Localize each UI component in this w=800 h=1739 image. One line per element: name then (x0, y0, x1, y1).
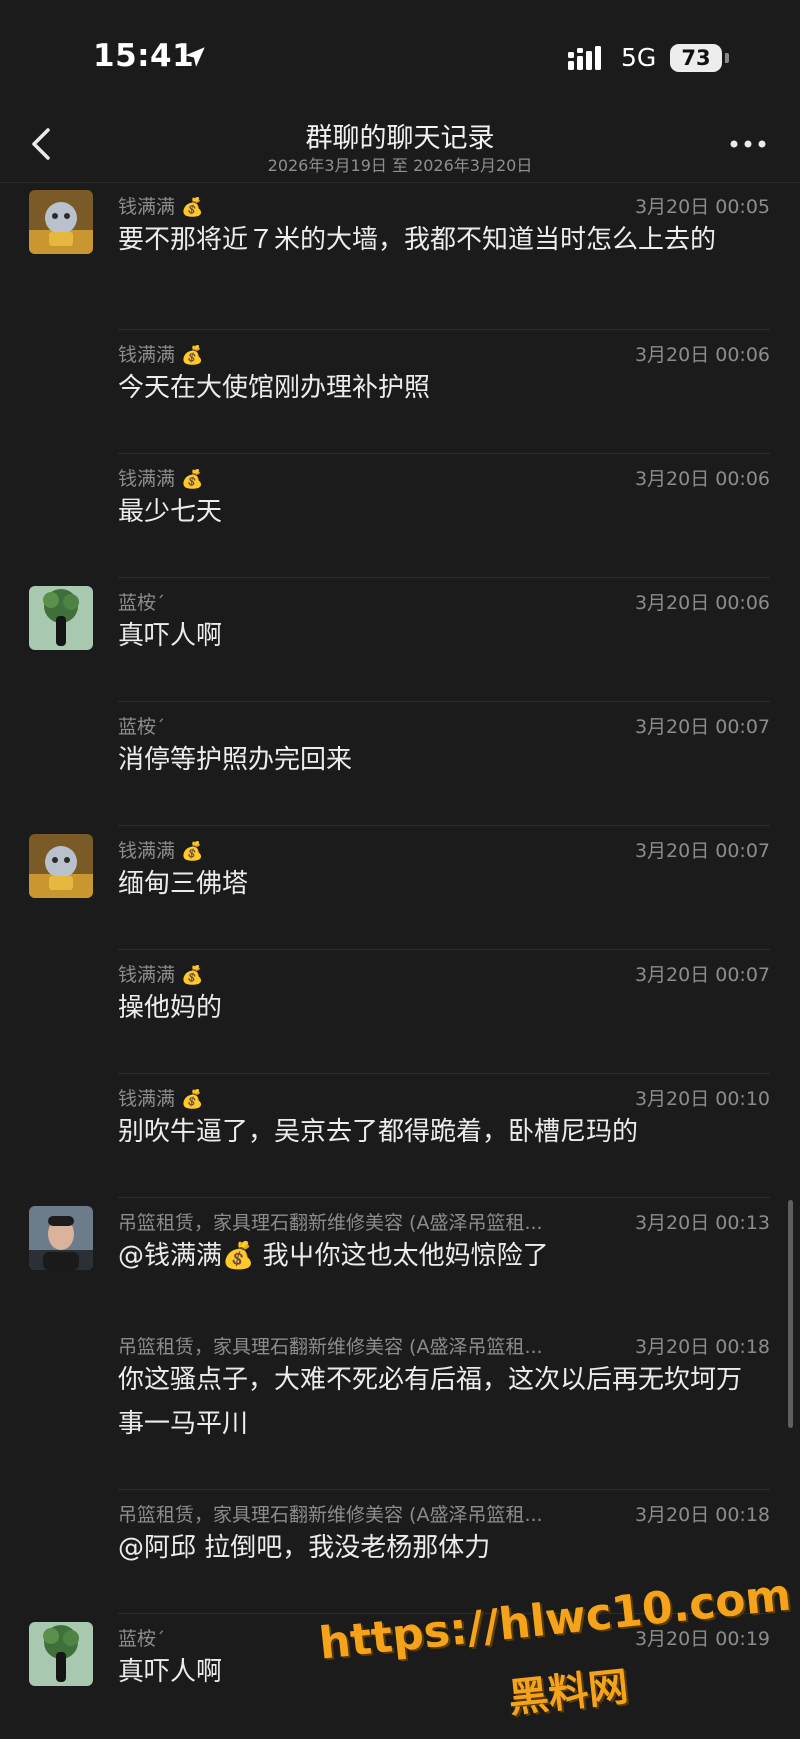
message-item[interactable]: 蓝桉ˊ 3月20日 00:19 真吓人啊 (0, 1614, 800, 1738)
message-item[interactable]: 钱满满 💰 3月20日 00:07 缅甸三佛塔 (0, 826, 800, 950)
avatar-plant[interactable] (29, 1622, 93, 1686)
sender-name: 蓝桉ˊ (118, 1628, 166, 1650)
message-item[interactable]: 吊篮租赁，家具理石翻新维修美容 (A盛泽吊篮租... 3月20日 00:18 你… (0, 1322, 800, 1490)
sender-name: 蓝桉ˊ (118, 716, 166, 738)
money-bag-icon: 💰 (181, 345, 204, 366)
network-type: 5G (621, 43, 657, 72)
message-time: 3月20日 00:10 (634, 1088, 770, 1110)
message-text: 要不那将近７米的大墙，我都不知道当时怎么上去的 (118, 225, 717, 255)
message-time: 3月20日 00:07 (634, 716, 770, 738)
status-bar: 15:41 5G 73 (0, 0, 800, 110)
message-text: 缅甸三佛塔 (118, 869, 249, 899)
message-text: 真吓人啊 (118, 621, 223, 651)
message-time: 3月20日 00:18 (634, 1504, 770, 1526)
message-item[interactable]: 钱满满 💰 3月20日 00:07 操他妈的 (0, 950, 800, 1074)
money-bag-icon: 💰 (181, 841, 204, 862)
sender-name: 钱满满 💰 (118, 344, 204, 366)
more-dots-icon[interactable] (728, 134, 768, 154)
page-title: 群聊的聊天记录 (305, 123, 495, 154)
message-time: 3月20日 00:19 (634, 1628, 770, 1650)
sender-name: 吊篮租赁，家具理石翻新维修美容 (A盛泽吊篮租... (118, 1336, 543, 1358)
message-text: @钱满满💰 我屮你这也太他妈惊险了 (118, 1241, 549, 1271)
message-time: 3月20日 00:18 (634, 1336, 770, 1358)
sender-name: 蓝桉ˊ (118, 592, 166, 614)
message-item[interactable]: 吊篮租赁，家具理石翻新维修美容 (A盛泽吊篮租... 3月20日 00:13 @… (0, 1198, 800, 1322)
message-time: 3月20日 00:07 (634, 964, 770, 986)
message-time: 3月20日 00:13 (634, 1212, 770, 1234)
message-item[interactable]: 蓝桉ˊ 3月20日 00:06 真吓人啊 (0, 578, 800, 702)
battery-level: 73 (670, 44, 722, 72)
message-time: 3月20日 00:05 (634, 196, 770, 218)
navigation-bar: 群聊的聊天记录 2026年3月19日 至 2026年3月20日 (0, 110, 800, 183)
money-bag-icon: 💰 (181, 197, 204, 218)
battery-nub (725, 53, 729, 63)
message-time: 3月20日 00:07 (634, 840, 770, 862)
sender-name: 吊篮租赁，家具理石翻新维修美容 (A盛泽吊篮租... (118, 1212, 543, 1234)
message-text: 消停等护照办完回来 (118, 745, 353, 775)
scrollbar[interactable] (788, 1200, 793, 1428)
money-bag-icon: 💰 (181, 469, 204, 490)
message-text: @阿邱 拉倒吧，我没老杨那体力 (118, 1533, 491, 1563)
avatar-man[interactable] (29, 1206, 93, 1270)
avatar-tiger[interactable] (29, 190, 93, 254)
sender-name: 钱满满 💰 (118, 840, 204, 862)
message-item[interactable]: 钱满满 💰 3月20日 00:10 别吹牛逼了，吴京去了都得跪着，卧槽尼玛的 (0, 1074, 800, 1198)
message-text: 你这骚点子，大难不死必有后福，这次以后再无坎坷万事一马平川 (118, 1365, 743, 1439)
message-item[interactable]: 蓝桉ˊ 3月20日 00:07 消停等护照办完回来 (0, 702, 800, 826)
message-text: 操他妈的 (118, 993, 223, 1023)
sender-name: 钱满满 💰 (118, 964, 204, 986)
message-list[interactable]: 钱满满 💰 3月20日 00:05 要不那将近７米的大墙，我都不知道当时怎么上去… (0, 182, 800, 1739)
message-time: 3月20日 00:06 (634, 468, 770, 490)
message-text: 真吓人啊 (118, 1657, 223, 1687)
message-time: 3月20日 00:06 (634, 592, 770, 614)
sender-name: 钱满满 💰 (118, 1088, 204, 1110)
message-item[interactable]: 钱满满 💰 3月20日 00:06 最少七天 (0, 454, 800, 578)
sender-name: 吊篮租赁，家具理石翻新维修美容 (A盛泽吊篮租... (118, 1504, 543, 1526)
message-text: 最少七天 (118, 497, 223, 527)
sender-name: 钱满满 💰 (118, 468, 204, 490)
status-time: 15:41 (93, 38, 195, 74)
signal-bars-icon (568, 46, 601, 70)
money-bag-icon: 💰 (181, 965, 204, 986)
message-text: 别吹牛逼了，吴京去了都得跪着，卧槽尼玛的 (118, 1117, 639, 1147)
location-arrow-icon (185, 47, 205, 67)
message-item[interactable]: 吊篮租赁，家具理石翻新维修美容 (A盛泽吊篮租... 3月20日 00:18 @… (0, 1490, 800, 1614)
message-time: 3月20日 00:06 (634, 344, 770, 366)
message-item[interactable]: 钱满满 💰 3月20日 00:06 今天在大使馆刚办理补护照 (0, 330, 800, 454)
message-item[interactable]: 钱满满 💰 3月20日 00:05 要不那将近７米的大墙，我都不知道当时怎么上去… (0, 182, 800, 330)
avatar-tiger[interactable] (29, 834, 93, 898)
message-text: 今天在大使馆刚办理补护照 (118, 373, 431, 403)
avatar-plant[interactable] (29, 586, 93, 650)
money-bag-icon: 💰 (181, 1089, 204, 1110)
sender-name: 钱满满 💰 (118, 196, 204, 218)
date-range-subtitle: 2026年3月19日 至 2026年3月20日 (267, 156, 533, 175)
